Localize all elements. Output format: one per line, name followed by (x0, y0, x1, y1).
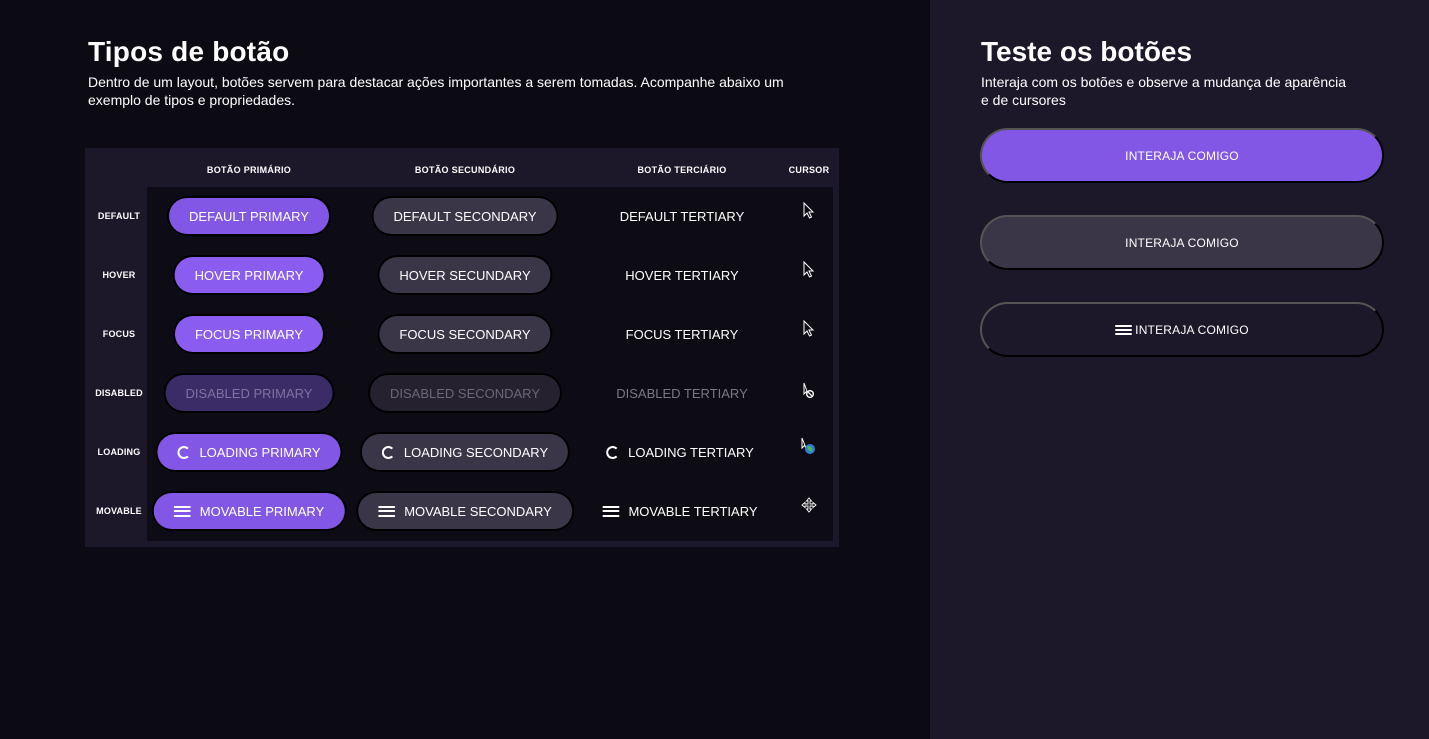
hover-tertiary-button[interactable]: HOVER TERTIARY (605, 257, 758, 293)
hover-primary-button[interactable]: HOVER PRIMARY (174, 257, 324, 293)
button-label: HOVER TERTIARY (625, 267, 739, 283)
button-label: LOADING TERTIARY (628, 444, 754, 460)
button-label: FOCUS SECONDARY (399, 326, 531, 342)
spinner-icon (381, 445, 395, 459)
button-label: MOVABLE TERTIARY (628, 503, 758, 519)
row-header-disabled: DISABLED (95, 388, 143, 398)
row-header-movable: MOVABLE (96, 506, 142, 516)
page-title: Tipos de botão (88, 36, 290, 67)
movable-tertiary-button[interactable]: MOVABLE TERTIARY (582, 493, 777, 529)
default-tertiary-button[interactable]: DEFAULT TERTIARY (600, 198, 765, 234)
interact-primary-button[interactable]: INTERAJA COMIGO (980, 128, 1384, 183)
button-label: DEFAULT SECONDARY (393, 208, 537, 224)
button-label: INTERAJA COMIGO (1135, 322, 1249, 337)
pointer-arrow-icon (803, 202, 815, 219)
pointer-arrow-icon (803, 320, 815, 337)
interact-secondary-button[interactable]: INTERAJA COMIGO (980, 215, 1384, 270)
button-label: DEFAULT PRIMARY (189, 208, 309, 224)
default-primary-button[interactable]: DEFAULT PRIMARY (169, 198, 329, 234)
button-label: DEFAULT TERTIARY (619, 208, 745, 224)
page-description: Dentro de um layout, botões servem para … (88, 74, 784, 108)
hamburger-icon (378, 505, 396, 517)
column-header-cursor: CURSOR (788, 165, 830, 175)
default-secondary-button[interactable]: DEFAULT SECONDARY (373, 198, 557, 234)
hamburger-icon (602, 505, 620, 517)
button-label: HOVER PRIMARY (194, 267, 304, 283)
button-label: MOVABLE SECONDARY (404, 503, 552, 519)
page: Tipos de botão Dentro de um layout, botõ… (0, 0, 1429, 739)
button-label: LOADING PRIMARY (199, 444, 321, 460)
spinner-icon (606, 445, 620, 459)
button-label: FOCUS PRIMARY (194, 326, 304, 342)
move-cursor-icon (801, 497, 817, 513)
panel-title: Teste os botões (981, 36, 1193, 67)
focus-primary-button[interactable]: FOCUS PRIMARY (174, 316, 324, 352)
disabled-tertiary-button: DISABLED TERTIARY (596, 375, 768, 411)
panel-description: Interaja com os botões e observe a mudan… (981, 74, 1347, 108)
hamburger-icon (1115, 324, 1133, 335)
focus-secondary-button[interactable]: FOCUS SECONDARY (379, 316, 551, 352)
loading-tertiary-button[interactable]: LOADING TERTIARY (586, 434, 774, 470)
loading-secondary-button[interactable]: LOADING SECONDARY (361, 434, 569, 470)
button-label: INTERAJA COMIGO (1125, 235, 1239, 250)
loading-primary-button[interactable]: LOADING PRIMARY (157, 434, 341, 470)
disabled-primary-button: DISABLED PRIMARY (165, 375, 333, 411)
column-header-secondary: BOTÃO SECUNDÁRIO (414, 165, 516, 175)
focus-tertiary-button[interactable]: FOCUS TERTIARY (606, 316, 759, 352)
spinner-icon (177, 445, 191, 459)
table-body (147, 187, 833, 541)
button-label: LOADING SECONDARY (403, 444, 549, 460)
disabled-secondary-button: DISABLED SECONDARY (369, 375, 561, 411)
row-header-hover: HOVER (102, 270, 136, 280)
movable-secondary-button[interactable]: MOVABLE SECONDARY (358, 493, 572, 529)
button-label: HOVER SECUNDARY (399, 267, 531, 283)
button-label: FOCUS TERTIARY (625, 326, 739, 342)
hamburger-icon (173, 505, 191, 517)
row-header-loading: LOADING (97, 447, 141, 457)
test-buttons-panel: Teste os botões Interaja com os botões e… (930, 0, 1429, 739)
progress-cursor-icon (801, 437, 815, 454)
hover-secondary-button[interactable]: HOVER SECUNDARY (379, 257, 551, 293)
column-header-primary: BOTÃO PRIMÁRIO (206, 165, 292, 175)
interact-tertiary-button[interactable]: INTERAJA COMIGO (980, 302, 1384, 357)
movable-primary-button[interactable]: MOVABLE PRIMARY (153, 493, 345, 529)
pointer-arrow-icon (803, 261, 815, 278)
button-label: DISABLED PRIMARY (185, 385, 313, 401)
row-header-focus: FOCUS (102, 329, 136, 339)
column-header-tertiary: BOTÃO TERCIÁRIO (637, 165, 727, 175)
button-label: DISABLED TERTIARY (616, 385, 748, 401)
button-label: DISABLED SECONDARY (389, 385, 541, 401)
not-allowed-cursor-icon (803, 382, 814, 398)
button-label: INTERAJA COMIGO (1125, 148, 1239, 163)
button-types-section: Tipos de botão Dentro de um layout, botõ… (0, 0, 930, 739)
button-label: MOVABLE PRIMARY (199, 503, 325, 519)
row-header-default: DEFAULT (97, 211, 141, 221)
